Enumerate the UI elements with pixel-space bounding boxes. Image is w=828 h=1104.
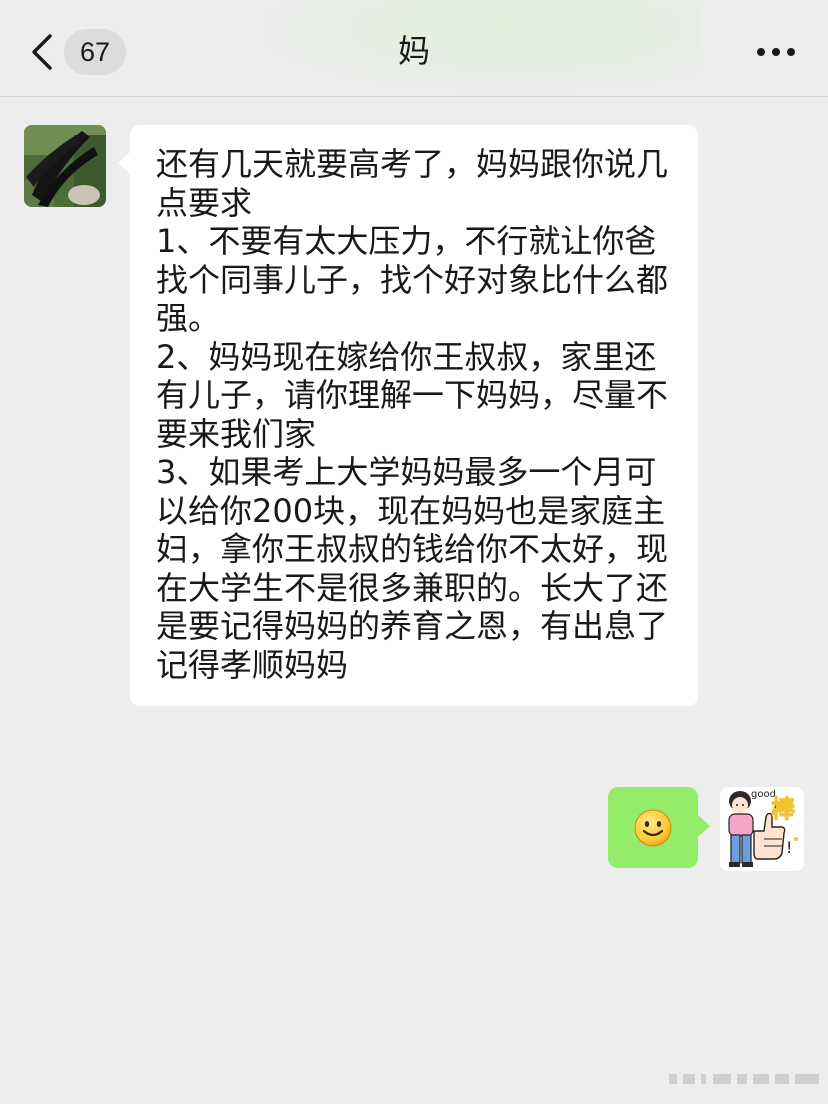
sender-avatar[interactable] (24, 125, 106, 207)
watermark-strip (669, 1074, 819, 1084)
chat-header: 67 妈 (0, 0, 828, 97)
more-dots-icon (757, 48, 795, 56)
avatar-photo-icon (24, 125, 106, 207)
chat-screen: 67 妈 还有几天就要高考了，妈妈跟你说几点要求 1、不要有太大压力，不行就让你… (0, 0, 828, 1104)
svg-text:!: ! (786, 838, 792, 857)
more-options-button[interactable] (754, 32, 798, 72)
sticker-glyph: 棒 (771, 795, 796, 824)
outgoing-bubble-tail (698, 815, 710, 837)
my-avatar[interactable]: ! good 棒 (720, 787, 804, 871)
outgoing-message-bubble[interactable] (608, 787, 698, 868)
smile-emoji-icon (634, 809, 672, 846)
incoming-message-bubble[interactable]: 还有几天就要高考了，妈妈跟你说几点要求 1、不要有太大压力，不行就让你爸找个同事… (130, 125, 698, 706)
chat-title: 妈 (397, 32, 430, 70)
